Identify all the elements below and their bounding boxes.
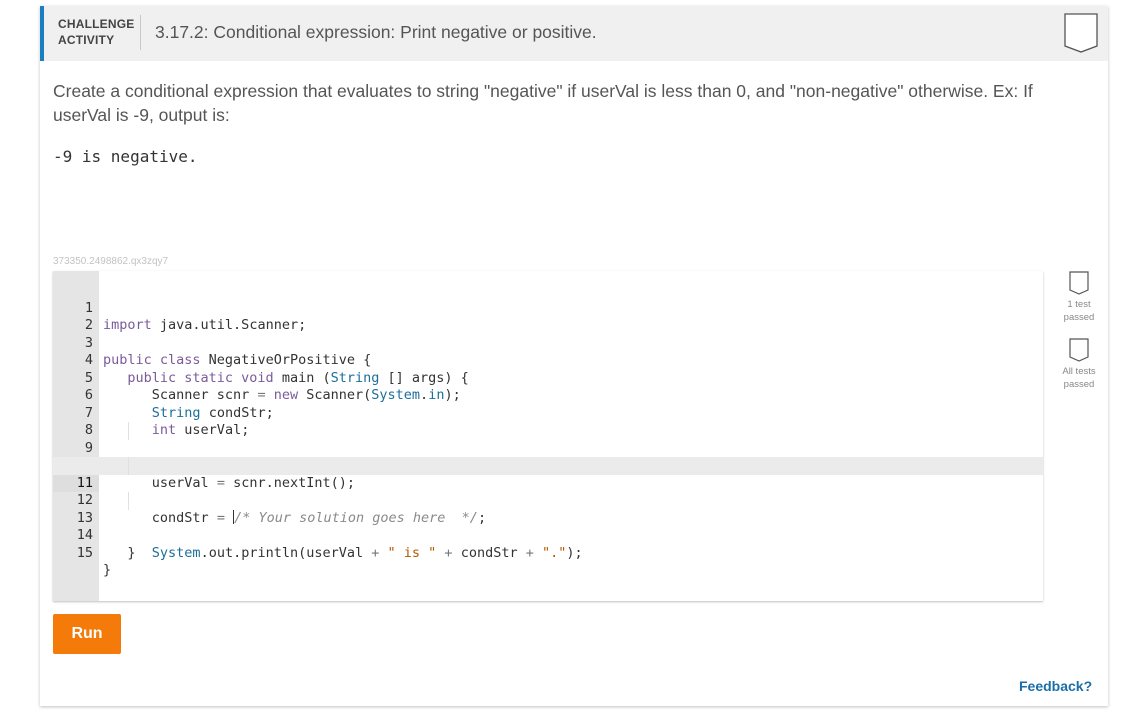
challenge-activity-card: CHALLENGE ACTIVITY 3.17.2: Conditional e… — [40, 6, 1108, 706]
all-tests-passed-label: All tests passed — [1056, 365, 1102, 391]
type-name: System — [151, 544, 201, 561]
code-line-4[interactable]: 4 public static void main (String [] arg… — [53, 335, 1043, 386]
code-line-11-active[interactable]: 11 condStr = /* Your solution goes here … — [53, 457, 1043, 526]
code-line-12[interactable]: 12 — [53, 475, 1043, 508]
operator: + — [525, 544, 534, 561]
operator: + — [444, 544, 453, 561]
code-text: ); — [566, 544, 583, 561]
indent-guide — [128, 492, 129, 510]
activity-header: CHALLENGE ACTIVITY 3.17.2: Conditional e… — [40, 6, 1108, 61]
code-lines[interactable]: 1 import java.util.Scanner; 2 3 public c… — [53, 282, 1043, 579]
code-line-10[interactable]: 10 — [53, 440, 1043, 473]
example-output: -9 is negative. — [53, 147, 198, 166]
badge-line-1: CHALLENGE — [58, 17, 135, 31]
one-test-passed-label: 1 test passed — [1056, 298, 1102, 324]
test-status-panel: 1 test passed All tests passed — [1056, 271, 1102, 391]
code-line-7[interactable]: 7 int userVal; — [53, 387, 1043, 439]
code-line-1[interactable]: 1 import java.util.Scanner; — [53, 282, 1043, 334]
code-text: .out.println(userVal — [200, 544, 372, 561]
status-text: 1 test — [1067, 299, 1091, 310]
code-line-9[interactable]: 9 userVal = scnr.nextInt(); — [53, 422, 1043, 491]
line-number: 15 — [76, 544, 93, 561]
code-line-8[interactable]: 8 — [53, 405, 1043, 438]
code-line-5[interactable]: 5 Scanner scnr = new Scanner(System.in); — [53, 352, 1043, 404]
code-line-6[interactable]: 6 String condStr; — [53, 370, 1043, 421]
code-line-15[interactable]: 15 } — [53, 527, 1043, 579]
code-line-14[interactable]: 14 } — [53, 510, 1043, 561]
status-text: All tests — [1062, 366, 1096, 377]
code-editor[interactable]: 1 import java.util.Scanner; 2 3 public c… — [53, 271, 1043, 601]
code-line-2[interactable]: 2 — [53, 300, 1043, 333]
activity-type-badge: CHALLENGE ACTIVITY — [58, 16, 138, 48]
code-line-13[interactable]: 13 System.out.println(userVal + " is " +… — [53, 492, 1043, 561]
completion-flag-icon — [1064, 13, 1098, 53]
badge-line-2: ACTIVITY — [58, 33, 115, 47]
all-tests-flag-icon — [1069, 338, 1089, 362]
code-line-3[interactable]: 3 public class NegativeOrPositive { — [53, 317, 1043, 369]
code-text: condStr — [452, 544, 526, 561]
feedback-link[interactable]: Feedback? — [1019, 678, 1092, 694]
status-text: passed — [1063, 312, 1095, 323]
problem-description: Create a conditional expression that eva… — [53, 81, 1033, 125]
indent-guide — [128, 422, 129, 440]
code-text: } — [127, 544, 136, 561]
test-flag-icon — [1069, 271, 1089, 295]
indent-guide — [128, 457, 129, 475]
run-button[interactable]: Run — [53, 614, 121, 654]
header-divider — [140, 15, 141, 50]
string-literal: "." — [533, 544, 567, 561]
activity-title: 3.17.2: Conditional expression: Print ne… — [155, 22, 597, 42]
string-literal: " is " — [379, 544, 445, 561]
code-text: } — [103, 562, 112, 578]
status-text: passed — [1063, 379, 1095, 390]
editor-id: 373350.2498862.qx3zqy7 — [53, 256, 169, 267]
